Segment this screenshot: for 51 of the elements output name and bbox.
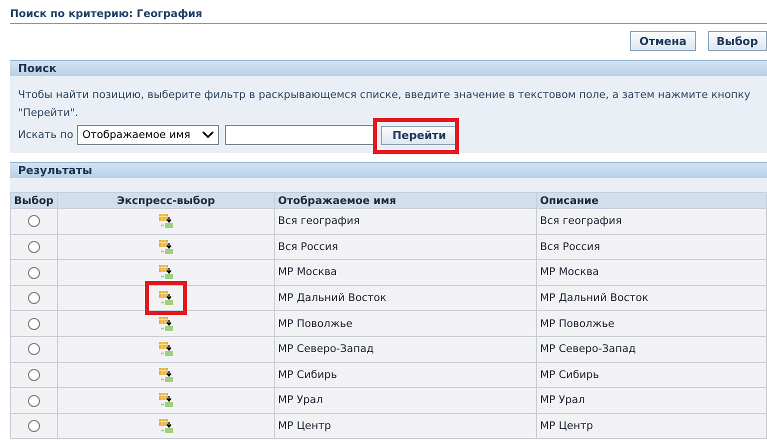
table-cell: МР Сибирь bbox=[536, 362, 766, 388]
radio-button[interactable] bbox=[28, 292, 40, 304]
quick-select-icon[interactable] bbox=[157, 264, 175, 280]
filter-dropdown[interactable]: Отображаемое имя bbox=[77, 125, 220, 145]
column-header: Экспресс-выбор bbox=[58, 192, 274, 208]
quick-select-icon[interactable] bbox=[157, 316, 175, 332]
column-header: Выбор bbox=[10, 192, 58, 208]
table-cell: МР Сибирь bbox=[274, 362, 536, 388]
table-cell: МР Поволжье bbox=[536, 310, 766, 336]
radio-button[interactable] bbox=[28, 215, 40, 228]
go-button[interactable]: Перейти bbox=[381, 126, 458, 144]
column-header: Отображаемое имя bbox=[274, 192, 536, 208]
table-cell: Вся Россия bbox=[536, 234, 766, 260]
quick-select-icon[interactable] bbox=[157, 213, 175, 230]
section-header: Поиск bbox=[10, 60, 767, 76]
table-cell: МР Москва bbox=[274, 260, 536, 286]
column-header: Описание bbox=[536, 192, 766, 208]
quick-select-icon[interactable] bbox=[157, 418, 175, 434]
table-cell: МР Дальний Восток bbox=[274, 285, 536, 311]
radio-button[interactable] bbox=[28, 343, 40, 356]
quick-select-icon[interactable] bbox=[157, 366, 175, 383]
radio-button[interactable] bbox=[28, 394, 40, 407]
radio-button[interactable] bbox=[28, 368, 40, 381]
table-cell: Вся география bbox=[536, 208, 766, 234]
cancel-button[interactable]: Отмена bbox=[630, 31, 696, 51]
select-button[interactable]: Выбор bbox=[708, 31, 767, 51]
table-cell: МР Урал bbox=[536, 388, 766, 414]
table-cell: МР Центр bbox=[274, 413, 536, 439]
table-cell: Вся Россия bbox=[274, 234, 536, 260]
table-cell: Вся география bbox=[274, 208, 536, 234]
quick-select-icon[interactable] bbox=[157, 290, 175, 306]
page-title: Поиск по критерию: География bbox=[10, 8, 767, 24]
table-cell: МР Поволжье bbox=[274, 310, 536, 336]
quick-select-icon[interactable] bbox=[157, 341, 175, 358]
search-by-label: Искать по bbox=[18, 129, 74, 141]
instructions-text: Чтобы найти позицию, выберите фильтр в раскрывающемся списке, введите значение в текстовом поле, а затем нажмите кнопку "Перейти". bbox=[18, 88, 752, 121]
table-cell: МР Дальний Восток bbox=[536, 285, 766, 311]
radio-button[interactable] bbox=[28, 420, 40, 432]
quick-select-icon[interactable] bbox=[157, 238, 175, 255]
table-cell: МР Урал bbox=[274, 388, 536, 414]
section-header: Результаты bbox=[10, 162, 767, 178]
radio-button[interactable] bbox=[28, 318, 40, 330]
chevron-down-icon bbox=[202, 131, 214, 139]
search-field[interactable] bbox=[225, 125, 376, 145]
table-cell: МР Северо-Запад bbox=[536, 336, 766, 362]
table-cell: МР Москва bbox=[536, 260, 766, 286]
radio-button[interactable] bbox=[28, 240, 40, 253]
radio-button[interactable] bbox=[28, 266, 40, 279]
table-cell: МР Северо-Запад bbox=[274, 336, 536, 362]
table-cell: МР Центр bbox=[536, 413, 766, 439]
quick-select-icon[interactable] bbox=[157, 392, 175, 408]
